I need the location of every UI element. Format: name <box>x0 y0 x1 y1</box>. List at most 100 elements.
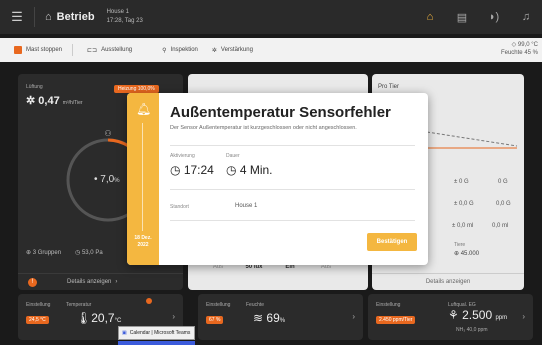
setting-label: Einstellung <box>206 302 231 308</box>
group-info: ⊕ 3 Gruppen ◷ 53,0 Pa <box>26 249 103 256</box>
top-right-icons: ⌂ ▤ ◗) ♫ <box>414 0 542 34</box>
chevron-right-icon: › <box>172 312 175 321</box>
row-3-a: ± 0,0 ml <box>452 223 474 229</box>
top-bar: ☰ ⌂ Betrieb House 1 17:28, Tag 23 ⌂ ▤ ◗)… <box>0 0 542 34</box>
house-info: House 1 17:28, Tag 23 <box>107 8 143 26</box>
chevron-right-icon: › <box>522 312 525 321</box>
ventilation-unit: m³/h/Tier <box>62 100 83 106</box>
duration-label: Dauer <box>226 153 240 159</box>
setting-label: Einstellung <box>376 302 401 308</box>
activation-time: ◷ 17:24 <box>170 163 214 177</box>
groups-count: ⊕ 3 Gruppen <box>26 250 62 256</box>
duration-value: ◷ 4 Min. <box>226 163 273 177</box>
alarm-date: 18 Dez. 2022 <box>131 235 155 249</box>
location-value: House 1 <box>235 203 258 209</box>
setpoint-chip: 2.450 ppm/Tier <box>376 316 416 324</box>
ventilation-label: Verstärkung <box>220 47 253 53</box>
per-animal-title: Pro Tier <box>378 84 400 90</box>
bell-icon: 🔔︎ <box>136 102 152 116</box>
stop-feeding-button[interactable]: Mast stoppen <box>14 46 62 54</box>
settings-button[interactable]: ⊏⊐ Ausstellung <box>87 47 132 54</box>
ventilation-button[interactable]: ✲ Verstärkung <box>212 47 253 54</box>
alarm-date-year: 2022 <box>137 242 149 248</box>
ventilation-number: 0,47 <box>38 95 60 107</box>
alert-dot <box>146 298 152 304</box>
stop-label: Mast stoppen <box>26 47 63 53</box>
menu-icon[interactable]: ☰ <box>0 9 34 25</box>
stop-icon <box>14 46 22 54</box>
air-quality-card[interactable]: Einstellung Luftqual. EG 2.450 ppm/Tier … <box>368 294 533 340</box>
tiere-value: ⊕ 45.000 <box>454 251 480 257</box>
settings-label: Ausstellung <box>101 47 133 53</box>
location-icon: ⚲ <box>162 47 167 54</box>
ventilation-value: ✲ 0,47 m³/h/Tier <box>26 94 83 107</box>
row-3-b: 0,0 ml <box>492 223 509 229</box>
temperature-label: Temperatur <box>66 302 92 308</box>
temperature-value: 🌡20,7°C <box>76 311 122 325</box>
setting-label: Einstellung <box>26 302 51 308</box>
calendar-icon: ▣ <box>122 330 127 336</box>
fan-icon: ✲ <box>26 95 39 107</box>
gauge-unit: % <box>114 178 120 184</box>
inspection-label: Inspektion <box>170 47 198 53</box>
house-name: House 1 <box>106 9 129 15</box>
alarm-dialog: 🔔︎ 18 Dez. 2022 Außentemperatur Sensorfe… <box>127 93 428 265</box>
chevron-right-icon: › <box>352 312 355 321</box>
row-1-b: 0 G <box>498 179 508 185</box>
outdoor-temp: ◇ 99,0 °C <box>511 42 538 48</box>
fan-icon: ✲ <box>211 47 217 54</box>
humidity-card[interactable]: Einstellung Feuchte 67 % ≋ 69% › <box>198 294 363 340</box>
taskbar-preview[interactable]: ▣ Calendar | Microsoft Teams <box>118 326 195 340</box>
clock-icon: ◷ <box>170 163 181 177</box>
timer-icon: ◷ <box>226 163 237 177</box>
outdoor-readout: ◇ 99,0 °C Feuchte 45 % <box>501 41 538 57</box>
info-icon: ! <box>28 277 37 287</box>
row-2-a: ± 0,0 G <box>454 201 474 207</box>
svg-text:⚇: ⚇ <box>104 129 111 138</box>
tiere-label: Tiere <box>454 242 466 248</box>
inspection-button[interactable]: ⚲ Inspektion <box>162 47 198 54</box>
pressure-value: ◷ 53,0 Pa <box>75 250 103 256</box>
timeline-line <box>142 123 143 231</box>
heating-badge: Heizung 100,0% <box>114 85 159 93</box>
action-bar: Mast stoppen ⊏⊐ Ausstellung ⚲ Inspektion… <box>0 38 542 62</box>
alarm-title: Außentemperatur Sensorfehler <box>170 104 391 121</box>
divider <box>170 145 415 146</box>
home-icon: ⌂ <box>45 11 52 23</box>
document-icon[interactable]: ▤ <box>446 0 478 34</box>
signal-icon[interactable]: ◗) <box>478 0 510 34</box>
divider <box>72 44 74 56</box>
humidity-value: ≋ 69% <box>253 311 286 325</box>
alarm-description: Der Sensor Außentemperatur ist kurzgesch… <box>170 125 357 131</box>
details-link[interactable]: Details anzeigen <box>372 273 524 290</box>
activation-label: Aktivierung <box>170 153 195 159</box>
alarm-stripe: 🔔︎ 18 Dez. 2022 <box>127 93 159 265</box>
air-quality-value: ⚘ 2.500 ppm <box>448 308 508 322</box>
confirm-button[interactable]: Bestätigen <box>367 233 417 251</box>
divider <box>170 220 415 221</box>
outdoor-humidity: Feuchte 45 % <box>500 50 538 56</box>
divider <box>170 189 415 190</box>
details-link[interactable]: Details anzeigen <box>67 279 111 285</box>
alarm-icon[interactable]: ♫ <box>510 0 542 34</box>
alarm-date-day: 18 Dez. <box>134 235 152 241</box>
page-title: Betrieb <box>56 11 95 23</box>
nh3-value: NH₃ 40,0 ppm <box>456 327 488 333</box>
setpoint-chip: 67 % <box>206 316 224 324</box>
chevron-right-icon: › <box>115 279 118 285</box>
row-2-b: 0,0 G <box>496 201 511 207</box>
taskbar-preview-label: Calendar | Microsoft Teams <box>129 330 191 336</box>
house-icon[interactable]: ⌂ <box>414 0 446 34</box>
taskbar-preview-thumbnail <box>118 341 195 345</box>
house-selector[interactable]: ⌂ Betrieb <box>35 11 95 23</box>
gauge-value: • 7,0% <box>94 174 120 185</box>
trend-chart <box>427 131 518 149</box>
location-label: Standort <box>170 204 189 210</box>
details-link-row[interactable]: ! Details anzeigen › <box>18 273 183 290</box>
humidity-label: Feuchte <box>246 302 265 308</box>
ventilation-label: Lüftung <box>26 84 43 90</box>
house-date: 17:28, Tag 23 <box>106 18 143 24</box>
row-1-a: ± 0 G <box>454 179 469 185</box>
setpoint-chip: 24,5 °C <box>26 316 49 324</box>
settings-icon: ⊏⊐ <box>87 47 98 54</box>
